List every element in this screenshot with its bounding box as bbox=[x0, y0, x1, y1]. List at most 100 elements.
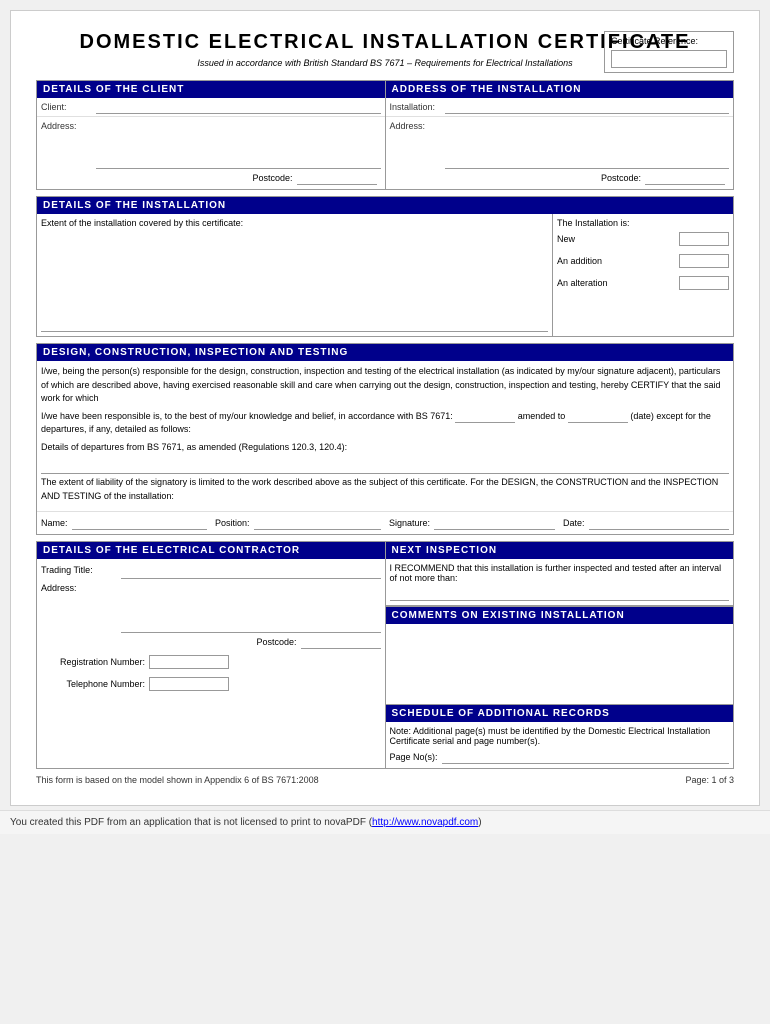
design-para4: The extent of liability of the signatory… bbox=[41, 476, 729, 503]
next-inspection-text: I RECOMMEND that this installation is fu… bbox=[390, 563, 730, 583]
next-inspection-body: I RECOMMEND that this installation is fu… bbox=[386, 559, 734, 606]
design-para3: Details of departures from BS 7671, as a… bbox=[41, 441, 729, 455]
schedule-area: SCHEDULE OF ADDITIONAL RECORDS Note: Add… bbox=[386, 705, 734, 768]
page-nos-label: Page No(s): bbox=[390, 752, 438, 762]
installation-details-header: DETAILS OF THE INSTALLATION bbox=[37, 197, 733, 214]
trading-row: Trading Title: bbox=[41, 563, 381, 581]
novapdf-link[interactable]: http://www.novapdf.com bbox=[372, 817, 478, 828]
name-group: Name: bbox=[41, 516, 207, 530]
contractor-inspection-section: DETAILS OF THE ELECTRICAL CONTRACTOR Tra… bbox=[36, 541, 734, 769]
client-name-field[interactable] bbox=[96, 100, 381, 114]
reg-number-row: Registration Number: bbox=[41, 651, 381, 673]
new-row: New bbox=[557, 232, 729, 246]
contractor-postcode-field[interactable] bbox=[301, 635, 381, 649]
extent-field[interactable] bbox=[41, 232, 548, 332]
contractor-address-label: Address: bbox=[41, 583, 121, 593]
reg-number-field[interactable] bbox=[149, 655, 229, 669]
installation-address-col: ADDRESS OF THE INSTALLATION Installation… bbox=[386, 81, 734, 189]
client-address-section: DETAILS OF THE CLIENT Client: Address: P… bbox=[36, 80, 734, 190]
contractor-address-field[interactable] bbox=[121, 583, 381, 633]
alteration-row: An alteration bbox=[557, 276, 729, 290]
trading-label: Trading Title: bbox=[41, 565, 121, 575]
addition-checkbox[interactable] bbox=[679, 254, 729, 268]
novapdf-text-end: ) bbox=[478, 817, 481, 828]
design-body: I/we, being the person(s) responsible fo… bbox=[37, 361, 733, 511]
signature-label: Signature: bbox=[389, 518, 430, 528]
client-address-label: Address: bbox=[41, 119, 96, 131]
name-label: Name: bbox=[41, 518, 68, 528]
comments-body[interactable] bbox=[386, 624, 734, 704]
installation-details-body: Extent of the installation covered by th… bbox=[37, 214, 733, 336]
date-group: Date: bbox=[563, 516, 729, 530]
extent-label: Extent of the installation covered by th… bbox=[41, 218, 548, 228]
novapdf-text: You created this PDF from an application… bbox=[10, 817, 372, 828]
right-col: NEXT INSPECTION I RECOMMEND that this in… bbox=[386, 542, 734, 768]
cert-ref-box: Certificate Reference: bbox=[604, 31, 734, 73]
installation-extent-area: Extent of the installation covered by th… bbox=[37, 214, 553, 336]
comments-area: COMMENTS ON EXISTING INSTALLATION bbox=[386, 607, 734, 705]
next-inspection-field[interactable] bbox=[390, 587, 730, 601]
installation-is-label: The Installation is: bbox=[557, 218, 729, 228]
name-field[interactable] bbox=[72, 516, 207, 530]
installation-name-field[interactable] bbox=[445, 100, 730, 114]
contractor-header: DETAILS OF THE ELECTRICAL CONTRACTOR bbox=[37, 542, 385, 559]
client-postcode-row: Postcode: bbox=[41, 169, 381, 187]
trading-field[interactable] bbox=[121, 565, 381, 579]
novapdf-bar: You created this PDF from an application… bbox=[0, 810, 770, 834]
cert-ref-label: Certificate Reference: bbox=[611, 36, 727, 46]
installation-type-area: The Installation is: New An addition An … bbox=[553, 214, 733, 336]
installation-address-header: ADDRESS OF THE INSTALLATION bbox=[386, 81, 734, 98]
client-postcode-field[interactable] bbox=[297, 171, 377, 185]
client-address-field[interactable] bbox=[96, 119, 381, 169]
footer-left: This form is based on the model shown in… bbox=[36, 775, 319, 785]
departures-field[interactable] bbox=[41, 458, 729, 474]
next-inspection-area: NEXT INSPECTION I RECOMMEND that this in… bbox=[386, 542, 734, 607]
installation-address-label: Address: bbox=[390, 119, 445, 131]
date-label: Date: bbox=[563, 518, 585, 528]
footer: This form is based on the model shown in… bbox=[36, 775, 734, 785]
addition-row: An addition bbox=[557, 254, 729, 268]
position-label: Position: bbox=[215, 518, 250, 528]
new-checkbox[interactable] bbox=[679, 232, 729, 246]
tel-row: Telephone Number: bbox=[41, 673, 381, 695]
comments-header: COMMENTS ON EXISTING INSTALLATION bbox=[386, 607, 734, 624]
contractor-col: DETAILS OF THE ELECTRICAL CONTRACTOR Tra… bbox=[37, 542, 386, 768]
signature-field[interactable] bbox=[434, 516, 555, 530]
cert-ref-field[interactable] bbox=[611, 50, 727, 68]
installation-details-section: DETAILS OF THE INSTALLATION Extent of th… bbox=[36, 196, 734, 337]
client-label: Client: bbox=[41, 100, 96, 112]
footer-right: Page: 1 of 3 bbox=[685, 775, 734, 785]
new-label: New bbox=[557, 234, 575, 244]
schedule-header: SCHEDULE OF ADDITIONAL RECORDS bbox=[386, 705, 734, 722]
signature-group: Signature: bbox=[389, 516, 555, 530]
page-nos-field[interactable] bbox=[442, 750, 729, 764]
design-para2: I/we have been responsible is, to the be… bbox=[41, 410, 729, 437]
installation-address-field[interactable] bbox=[445, 119, 730, 169]
reg-number-label: Registration Number: bbox=[45, 657, 145, 667]
alteration-label: An alteration bbox=[557, 278, 608, 288]
bs7671-version-field[interactable] bbox=[455, 411, 515, 423]
contractor-address-row: Address: Postcode: bbox=[41, 581, 381, 651]
schedule-body: Note: Additional page(s) must be identif… bbox=[386, 722, 734, 768]
client-name-row: Client: bbox=[37, 98, 385, 117]
schedule-note: Note: Additional page(s) must be identif… bbox=[390, 726, 730, 746]
position-group: Position: bbox=[215, 516, 381, 530]
contractor-postcode-label: Postcode: bbox=[256, 637, 296, 647]
client-address-row: Address: Postcode: bbox=[37, 117, 385, 189]
contractor-postcode-row: Postcode: bbox=[41, 635, 381, 649]
tel-field[interactable] bbox=[149, 677, 229, 691]
position-field[interactable] bbox=[254, 516, 381, 530]
installation-postcode-field[interactable] bbox=[645, 171, 725, 185]
next-inspection-header: NEXT INSPECTION bbox=[386, 542, 734, 559]
design-signatories: Name: Position: Signature: Date: bbox=[37, 511, 733, 534]
amended-to-field[interactable] bbox=[568, 411, 628, 423]
tel-label: Telephone Number: bbox=[45, 679, 145, 689]
alteration-checkbox[interactable] bbox=[679, 276, 729, 290]
installation-address-row: Address: Postcode: bbox=[386, 117, 734, 189]
addition-label: An addition bbox=[557, 256, 602, 266]
design-header: DESIGN, CONSTRUCTION, INSPECTION AND TES… bbox=[37, 344, 733, 361]
date-field[interactable] bbox=[589, 516, 729, 530]
client-section-header: DETAILS OF THE CLIENT bbox=[37, 81, 385, 98]
client-details-col: DETAILS OF THE CLIENT Client: Address: P… bbox=[37, 81, 386, 189]
design-para1: I/we, being the person(s) responsible fo… bbox=[41, 365, 729, 406]
